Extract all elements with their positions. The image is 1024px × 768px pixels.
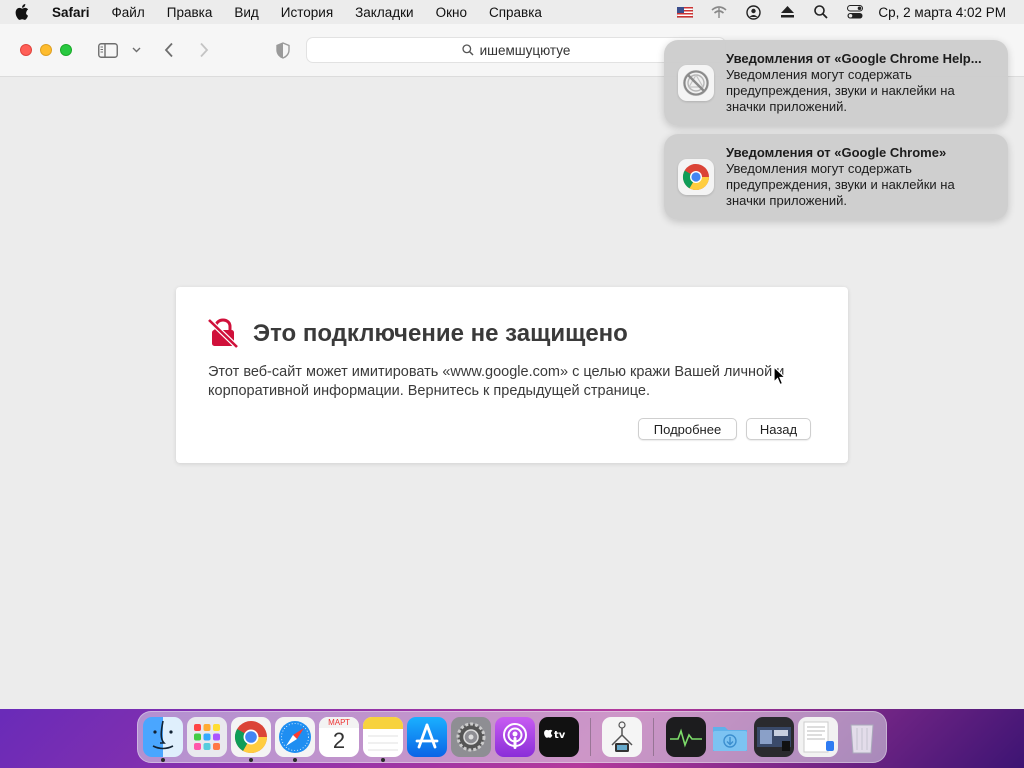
notification-body: Уведомления могут содержать предупрежден… — [726, 67, 955, 114]
calendar-day: 2 — [332, 728, 346, 753]
notification-title: Уведомления от «Google Chrome Help... — [726, 51, 982, 66]
dock-separator — [590, 718, 591, 756]
svg-text:tv: tv — [554, 730, 566, 741]
insecure-connection-warning: Это подключение не защищено Этот веб-сай… — [176, 287, 848, 463]
dock-chrome-icon[interactable] — [231, 717, 271, 757]
dock-separator — [653, 718, 654, 756]
menubar-clock[interactable]: Ср, 2 марта 4:02 PM — [872, 5, 1024, 20]
window-zoom-button[interactable] — [60, 44, 72, 56]
dock-recent-stack-icon[interactable] — [754, 717, 794, 757]
window-close-button[interactable] — [20, 44, 32, 56]
privacy-shield-icon[interactable] — [272, 38, 294, 62]
dock-system-preferences-icon[interactable] — [451, 717, 491, 757]
google-chrome-icon — [678, 159, 714, 195]
spotlight-search-icon[interactable] — [804, 0, 838, 24]
running-indicator — [293, 758, 297, 762]
calendar-month: МАРТ — [319, 717, 359, 728]
dock: МАРТ 2 tv — [137, 711, 887, 763]
dock-launchpad-icon[interactable] — [187, 717, 227, 757]
dock-activity-monitor-icon[interactable] — [666, 717, 706, 757]
dock-podcasts-icon[interactable] — [495, 717, 535, 757]
window-minimize-button[interactable] — [40, 44, 52, 56]
menu-view[interactable]: Вид — [223, 5, 269, 20]
go-back-button[interactable]: Назад — [746, 418, 811, 440]
warning-message: Этот веб-сайт может имитировать «www.goo… — [208, 364, 785, 399]
running-indicator — [381, 758, 385, 762]
notification-chrome-helper[interactable]: Уведомления от «Google Chrome Help... Ув… — [664, 40, 1008, 126]
broken-lock-icon — [207, 317, 239, 349]
apple-menu-icon[interactable] — [0, 4, 44, 20]
menu-app-safari[interactable]: Safari — [44, 5, 101, 20]
sidebar-toggle-icon[interactable] — [96, 38, 120, 62]
menu-window[interactable]: Окно — [425, 5, 478, 20]
dock-calendar-icon[interactable]: МАРТ 2 — [319, 717, 359, 757]
menu-bookmarks[interactable]: Закладки — [344, 5, 424, 20]
dock-downloads-folder-icon[interactable] — [710, 717, 750, 757]
menu-bar: Safari Файл Правка Вид История Закладки … — [0, 0, 1024, 24]
dock-safari-icon[interactable] — [275, 717, 315, 757]
user-account-icon[interactable] — [736, 0, 770, 24]
notification-body: Уведомления могут содержать предупрежден… — [726, 161, 955, 208]
forward-chevron-icon[interactable] — [193, 38, 215, 62]
dock-finder-icon[interactable] — [143, 717, 183, 757]
menu-file[interactable]: Файл — [101, 5, 156, 20]
mouse-pointer-icon — [773, 365, 787, 386]
dock-apple-tv-icon[interactable]: tv — [539, 717, 579, 757]
running-indicator — [161, 758, 165, 762]
eject-icon[interactable] — [770, 0, 804, 24]
dock-documents-stack-icon[interactable] — [798, 717, 838, 757]
menu-history[interactable]: История — [270, 5, 344, 20]
dock-network-utility-icon[interactable] — [602, 717, 642, 757]
us-flag-icon[interactable] — [668, 0, 702, 24]
address-text: ишемшуцютуе — [479, 42, 571, 58]
sidebar-menu-chevron-down-icon[interactable] — [129, 38, 143, 62]
chrome-helper-disabled-icon — [678, 65, 714, 101]
address-bar[interactable]: ишемшуцютуе — [306, 37, 726, 63]
back-chevron-icon[interactable] — [158, 38, 180, 62]
menu-help[interactable]: Справка — [478, 5, 553, 20]
running-indicator — [249, 758, 253, 762]
control-center-icon[interactable] — [838, 0, 872, 24]
search-icon — [461, 44, 474, 56]
dock-trash-icon[interactable] — [842, 717, 882, 757]
warning-title: Это подключение не защищено — [253, 320, 628, 347]
wifi-icon[interactable] — [702, 0, 736, 24]
dock-notes-icon[interactable] — [363, 717, 403, 757]
safari-window: ишемшуцютуе Это подключение не защищено … — [0, 24, 1024, 709]
notification-title: Уведомления от «Google Chrome» — [726, 145, 947, 160]
notification-google-chrome[interactable]: Уведомления от «Google Chrome» Уведомлен… — [664, 134, 1008, 220]
dock-app-store-icon[interactable] — [407, 717, 447, 757]
menu-edit[interactable]: Правка — [156, 5, 224, 20]
details-button[interactable]: Подробнее — [638, 418, 737, 440]
